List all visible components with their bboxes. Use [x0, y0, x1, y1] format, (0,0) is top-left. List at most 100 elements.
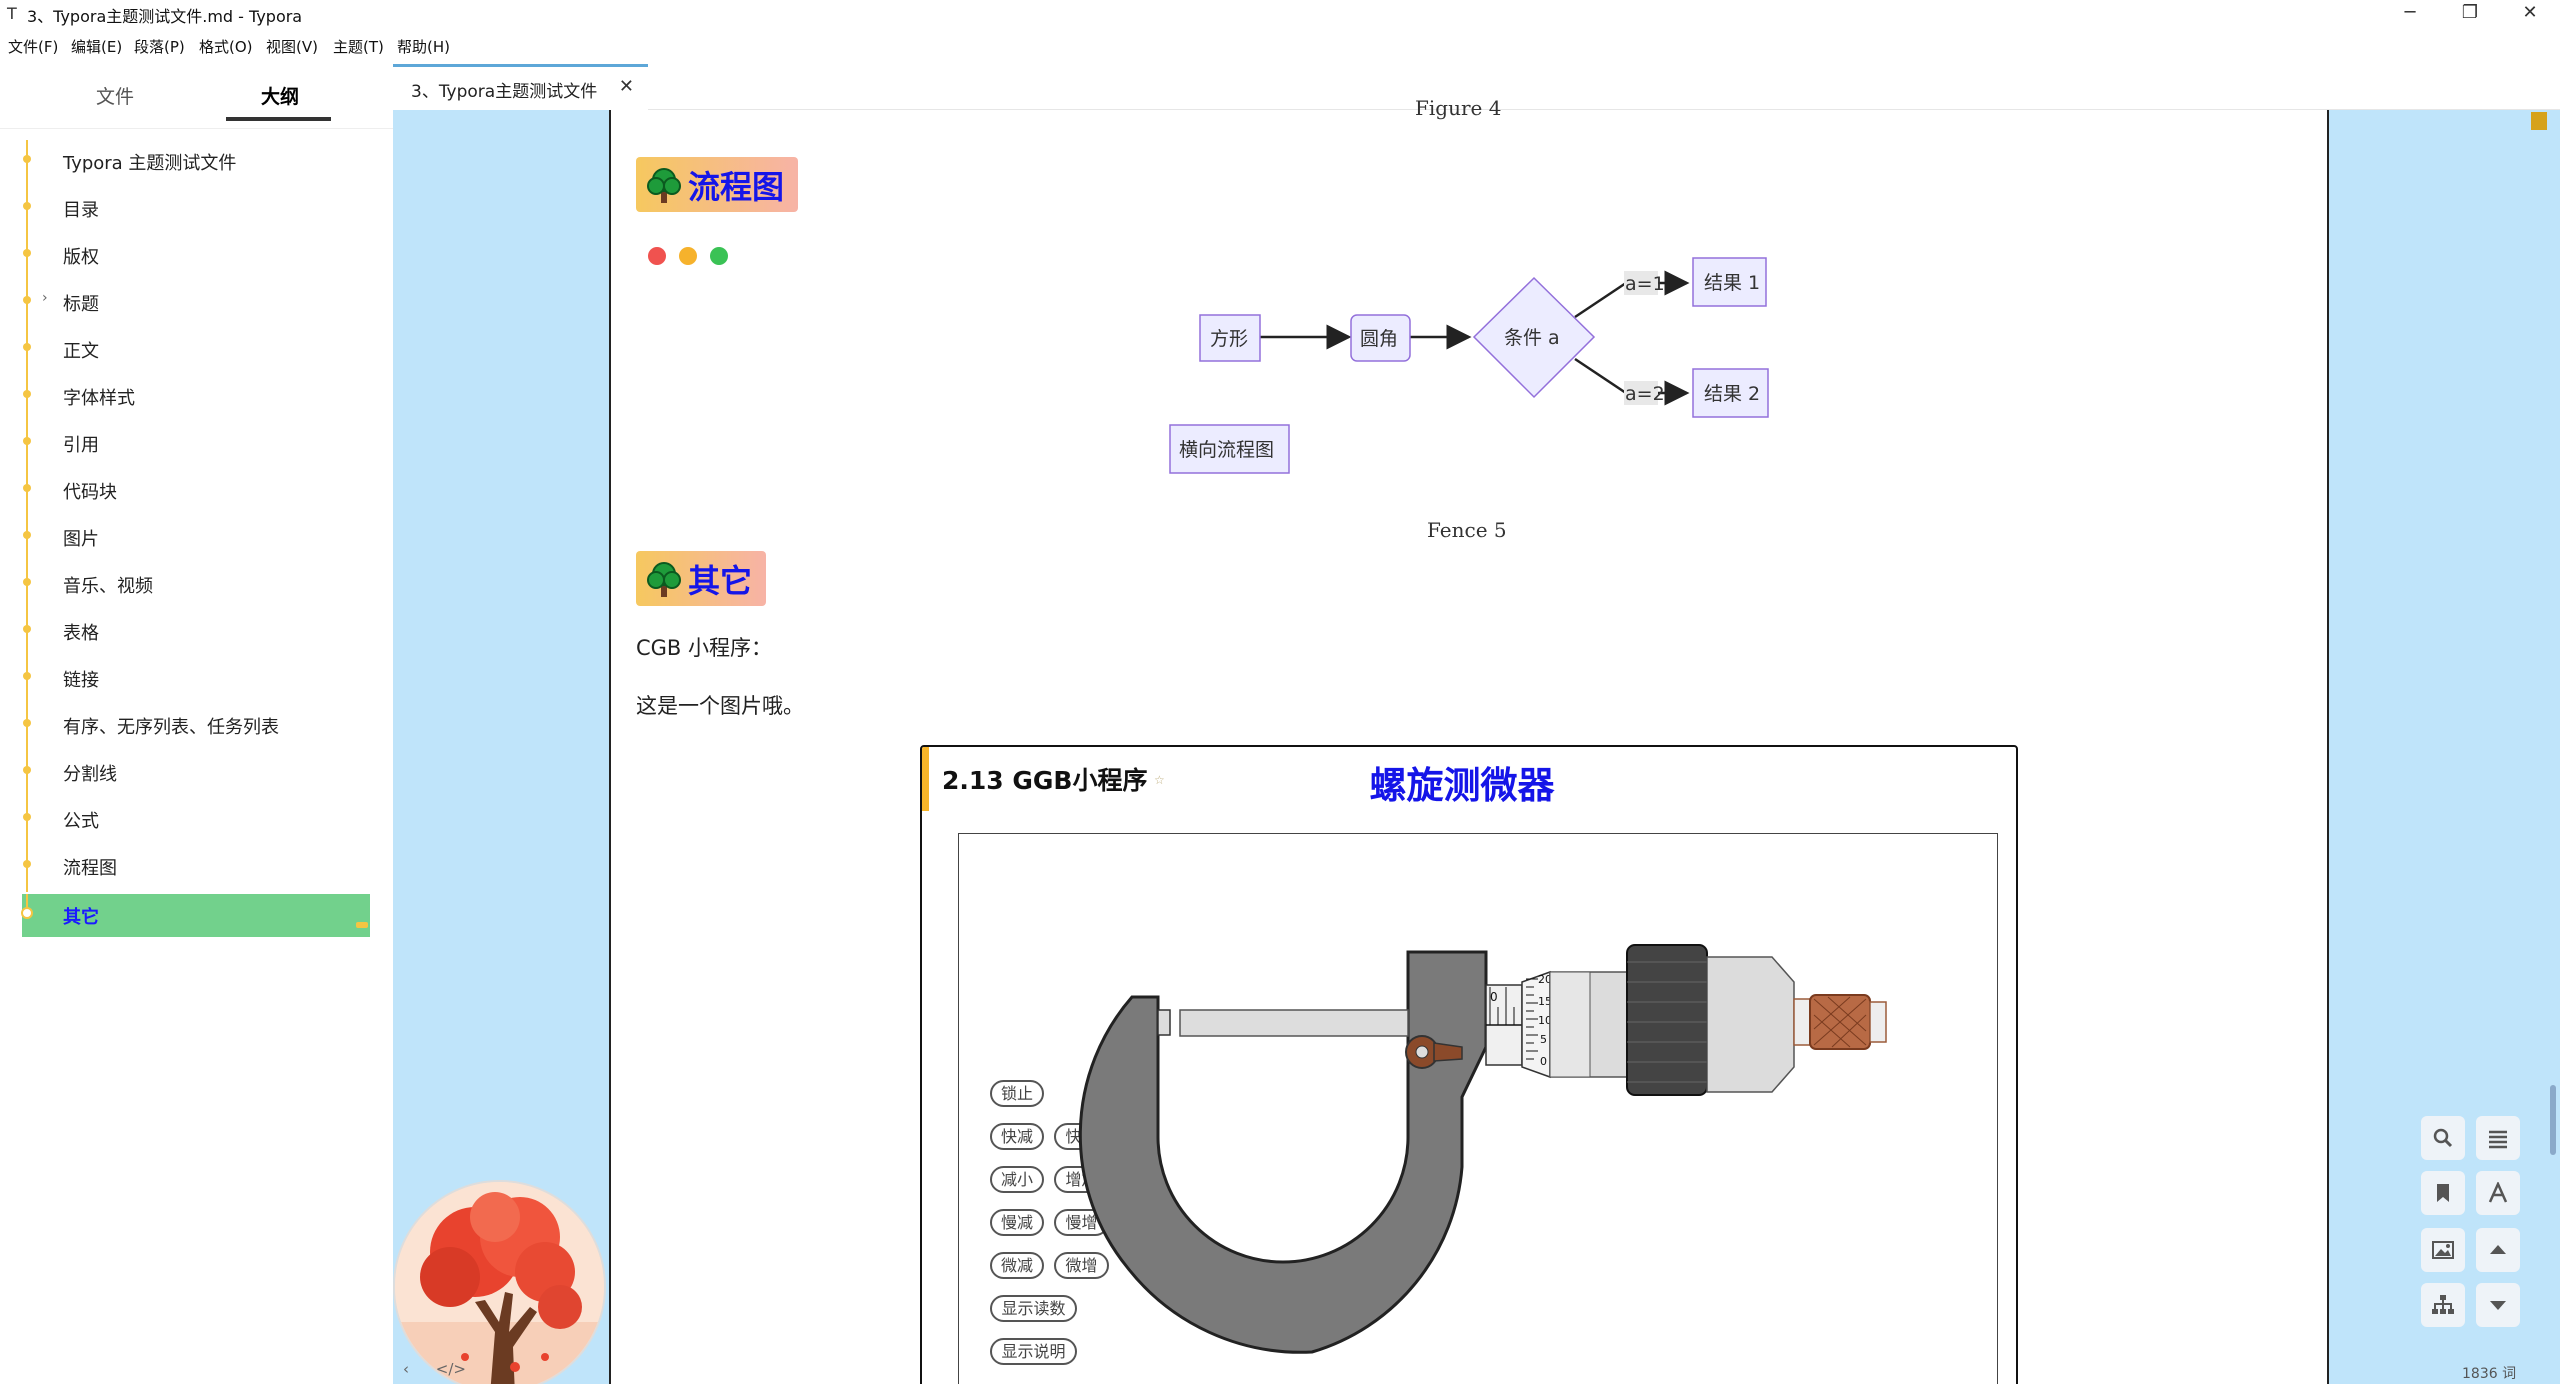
sitemap-icon[interactable] — [2421, 1283, 2465, 1327]
chevron-right-icon[interactable]: › — [42, 290, 48, 306]
outline-dot — [23, 672, 31, 680]
minimize-button[interactable]: ─ — [2380, 0, 2440, 28]
scale-label-5: 5 — [1540, 1033, 1547, 1046]
edge-label-a2: a=2 — [1625, 383, 1665, 405]
outline-item-font-style[interactable]: 字体样式 — [22, 375, 370, 422]
outline-line — [26, 140, 28, 187]
menu-paragraph[interactable]: 段落(P) — [134, 36, 185, 57]
up-arrow-icon[interactable] — [2476, 1228, 2520, 1272]
down-arrow-icon[interactable] — [2476, 1283, 2520, 1327]
outline-dot — [23, 249, 31, 257]
sleeve-label: 0 — [1490, 990, 1498, 1004]
outline-item-label: 代码块 — [63, 482, 117, 503]
outline-line — [26, 187, 28, 234]
edge-label-a1: a=1 — [1625, 273, 1665, 295]
search-icon[interactable] — [2421, 1116, 2465, 1160]
node-rounded-label: 圆角 — [1360, 328, 1398, 350]
document-page: Figure 4 流程图 a=1 a=2 方形 圆角 条件 a 结果 1 结果 … — [609, 96, 2329, 1384]
outline-item-body[interactable]: 正文 — [22, 328, 370, 375]
bookmark-icon[interactable] — [2421, 1171, 2465, 1215]
outline-item-quote[interactable]: 引用 — [22, 422, 370, 469]
source-code-icon[interactable]: </> — [436, 1360, 466, 1378]
node-horizontal-label: 横向流程图 — [1179, 439, 1274, 461]
close-tab-icon[interactable]: ✕ — [619, 76, 634, 97]
outline-dot — [23, 484, 31, 492]
document-tab-label: 3、Typora主题测试文件 — [411, 82, 598, 102]
outline-line — [26, 751, 28, 798]
paragraph-image-note: 这是一个图片哦。 — [636, 694, 804, 718]
outline-item-typora[interactable]: Typora 主题测试文件 — [22, 140, 370, 187]
outline-line — [26, 563, 28, 610]
outline-line — [26, 234, 28, 281]
outline-item-label: 有序、无序列表、任务列表 — [63, 717, 279, 738]
outline-dot — [21, 907, 33, 919]
menu-format[interactable]: 格式(O) — [199, 36, 253, 57]
outline-line — [26, 422, 28, 469]
scrollbar-thumb[interactable] — [2550, 1085, 2556, 1155]
outline-item-code[interactable]: 代码块 — [22, 469, 370, 516]
outline-item-label: 其它 — [63, 907, 99, 928]
typora-window: T 3、Typora主题测试文件.md - Typora ─ ❐ ✕ 文件(F)… — [0, 0, 2560, 1384]
menu-view[interactable]: 视图(V) — [266, 36, 318, 57]
outline-item-image[interactable]: 图片 — [22, 516, 370, 563]
paragraph-cgb: CGB 小程序： — [636, 636, 773, 660]
font-icon[interactable] — [2476, 1171, 2520, 1215]
outline-item-flowchart[interactable]: 流程图 — [22, 845, 370, 892]
word-count[interactable]: 1836 词 — [2462, 1363, 2516, 1383]
outline-item-formula[interactable]: 公式 — [22, 798, 370, 845]
outline-dot — [23, 766, 31, 774]
maximize-button[interactable]: ❐ — [2440, 0, 2500, 28]
outline-list-icon[interactable] — [2476, 1116, 2520, 1160]
outline-dot — [23, 531, 31, 539]
outline-item-table[interactable]: 表格 — [22, 610, 370, 657]
outline-dot — [23, 437, 31, 445]
collapse-sidebar-icon[interactable]: ‹ — [403, 1360, 409, 1378]
sidebar-bottom-tools: ‹ </> — [403, 1360, 466, 1378]
menu-file[interactable]: 文件(F) — [8, 36, 58, 57]
active-tab-indicator — [226, 117, 331, 121]
sidebar-divider — [0, 128, 393, 129]
menu-bar: 文件(F) 编辑(E) 段落(P) 格式(O) 视图(V) 主题(T) 帮助(H… — [0, 34, 2560, 60]
heading-text: 其它 — [688, 561, 753, 600]
node-condition-label: 条件 a — [1504, 327, 1560, 349]
image-icon[interactable] — [2421, 1228, 2465, 1272]
outline-item-label: 表格 — [63, 623, 99, 644]
outline-item-headings[interactable]: › 标题 — [22, 281, 370, 328]
outline-item-media[interactable]: 音乐、视频 — [22, 563, 370, 610]
outline-item-copyright[interactable]: 版权 — [22, 234, 370, 281]
outline-item-divider[interactable]: 分割线 — [22, 751, 370, 798]
flowchart-diagram: a=1 a=2 方形 圆角 条件 a 结果 1 结果 2 横向流程图 — [1169, 257, 1769, 474]
outline-item-other[interactable]: 其它 — [21, 894, 370, 937]
outline-dot — [23, 719, 31, 727]
outline-item-label: Typora 主题测试文件 — [63, 153, 237, 174]
outline-line — [26, 469, 28, 516]
close-button[interactable]: ✕ — [2500, 0, 2560, 28]
tab-files[interactable]: 文件 — [96, 82, 134, 109]
scroll-marker — [2531, 112, 2547, 130]
outline-item-lists[interactable]: 有序、无序列表、任务列表 — [22, 704, 370, 751]
menu-edit[interactable]: 编辑(E) — [71, 36, 122, 57]
outline-dot — [23, 625, 31, 633]
outline-dot — [23, 296, 31, 304]
node-result-2-label: 结果 2 — [1704, 383, 1760, 405]
outline-line — [26, 845, 28, 892]
menu-theme[interactable]: 主题(T) — [333, 36, 384, 57]
document-tab[interactable]: 3、Typora主题测试文件 ✕ — [393, 64, 648, 110]
outline-line — [26, 375, 28, 422]
outline-dot — [23, 390, 31, 398]
outline-line — [26, 516, 28, 563]
scale-label-0: 0 — [1540, 1055, 1547, 1068]
outline-line — [26, 281, 28, 328]
outline-handle — [356, 922, 368, 928]
outline-item-toc[interactable]: 目录 — [22, 187, 370, 234]
outline-dot — [23, 860, 31, 868]
tree-avatar — [393, 1180, 606, 1384]
outline-item-links[interactable]: 链接 — [22, 657, 370, 704]
outline-dot — [23, 202, 31, 210]
outline-item-label: 引用 — [63, 435, 99, 456]
tab-outline[interactable]: 大纲 — [261, 82, 299, 109]
title-bar: T 3、Typora主题测试文件.md - Typora ─ ❐ ✕ — [0, 0, 2560, 28]
outline-item-label: 图片 — [63, 529, 99, 550]
menu-help[interactable]: 帮助(H) — [397, 36, 450, 57]
outline-item-label: 分割线 — [63, 764, 117, 785]
